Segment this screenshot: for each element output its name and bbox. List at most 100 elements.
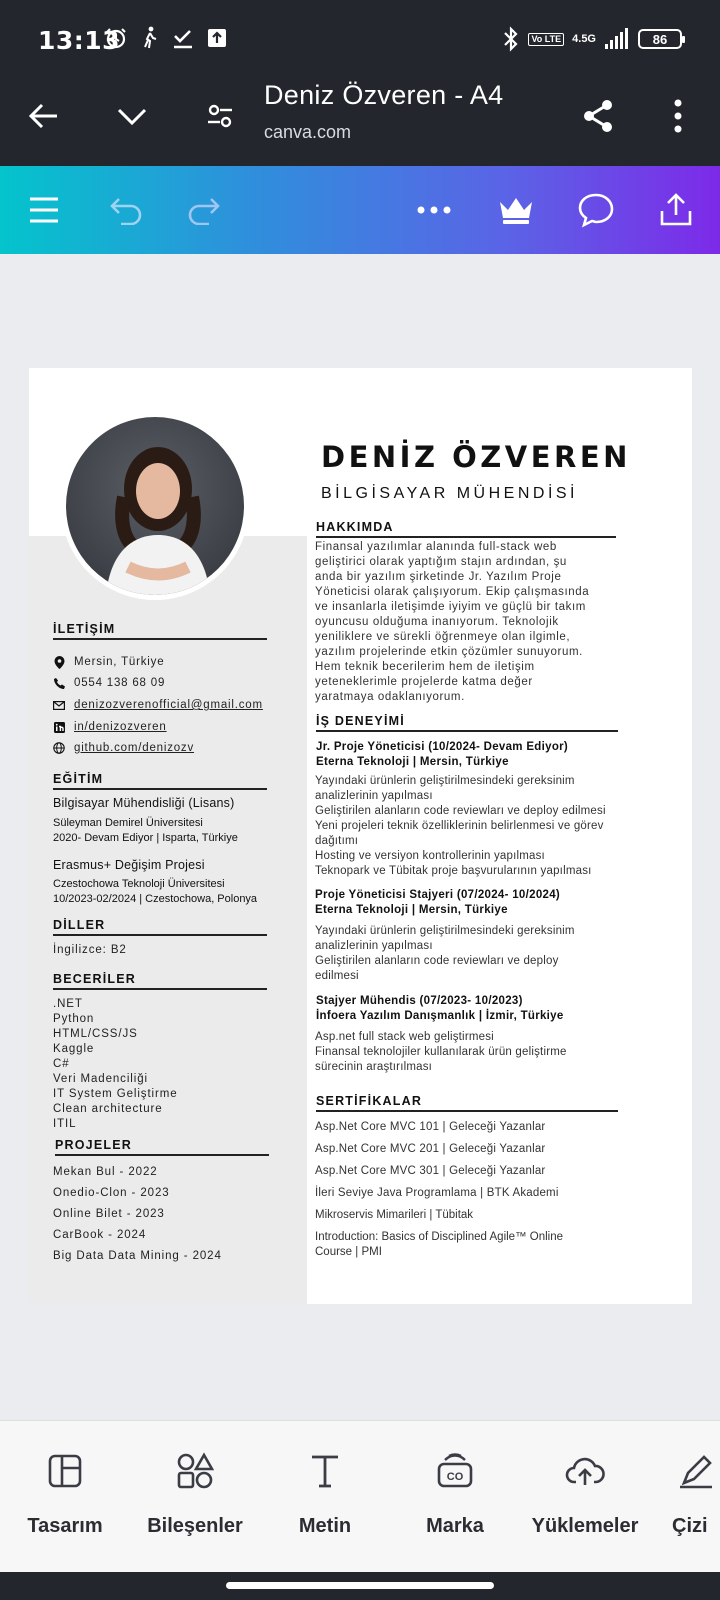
chevron-down-icon[interactable] xyxy=(108,92,156,140)
skill-item[interactable]: ITIL xyxy=(53,1118,76,1130)
walking-icon xyxy=(144,26,157,49)
nav-draw[interactable]: Çizi xyxy=(650,1449,720,1538)
job-company[interactable]: Eterna Teknoloji | Mersin, Türkiye xyxy=(315,903,508,918)
comment-icon[interactable] xyxy=(572,186,620,234)
nav-elements[interactable]: Bileşenler xyxy=(130,1449,260,1538)
contact-linkedin-text[interactable]: in/denizozveren xyxy=(74,721,167,733)
education-school[interactable]: Süleyman Demirel Üniversitesi xyxy=(53,816,203,831)
undo-icon[interactable] xyxy=(102,186,150,234)
contact-email-text[interactable]: denizozverenofficial@gmail.com xyxy=(74,699,263,711)
location-pin-icon xyxy=(53,655,65,669)
network-type: 4.5G xyxy=(572,33,596,45)
skill-item[interactable]: Veri Madenciliği xyxy=(53,1073,148,1085)
education-exchange[interactable]: Erasmus+ Değişim Projesi xyxy=(53,858,205,873)
job-company[interactable]: İnfoera Yazılım Danışmanlık | İzmir, Tür… xyxy=(316,1009,564,1024)
education-heading[interactable]: EĞİTİM xyxy=(53,772,267,790)
skill-item[interactable]: HTML/CSS/JS xyxy=(53,1028,138,1040)
resume-title[interactable]: BİLGİSAYAR MÜHENDİSİ xyxy=(321,485,578,503)
nav-label: Bileşenler xyxy=(147,1515,243,1537)
about-heading[interactable]: HAKKIMDA xyxy=(316,520,616,538)
job-description[interactable]: Asp.net full stack web geliştirmesi Fina… xyxy=(315,1030,567,1075)
skill-item[interactable]: Python xyxy=(53,1013,94,1025)
projects-heading[interactable]: PROJELER xyxy=(55,1138,269,1156)
certificate-item[interactable]: İleri Seviye Java Programlama | BTK Akad… xyxy=(315,1186,559,1201)
contact-location-text: Mersin, Türkiye xyxy=(74,656,165,668)
design-icon xyxy=(0,1449,130,1493)
languages-heading[interactable]: DİLLER xyxy=(53,918,267,936)
home-indicator[interactable] xyxy=(226,1582,494,1589)
experience-heading[interactable]: İŞ DENEYİMİ xyxy=(316,714,618,732)
project-item[interactable]: Onedio-Clon - 2023 xyxy=(53,1187,170,1199)
certificate-item[interactable]: Introduction: Basics of Disciplined Agil… xyxy=(315,1230,563,1260)
nav-design[interactable]: Tasarım xyxy=(0,1449,130,1538)
project-item[interactable]: CarBook - 2024 xyxy=(53,1229,146,1241)
draw-icon xyxy=(650,1449,720,1493)
contact-location[interactable]: Mersin, Türkiye xyxy=(53,655,165,669)
project-item[interactable]: Big Data Data Mining - 2024 xyxy=(53,1250,222,1262)
skill-item[interactable]: IT System Geliştirme xyxy=(53,1088,178,1100)
page-title: Deniz Özveren - A4 xyxy=(264,80,504,110)
profile-photo[interactable] xyxy=(61,412,249,600)
language-item[interactable]: İngilizce: B2 xyxy=(53,944,127,956)
skill-item[interactable]: Kaggle xyxy=(53,1043,94,1055)
certificate-item[interactable]: Asp.Net Core MVC 301 | Geleceği Yazanlar xyxy=(315,1164,545,1179)
nav-brand[interactable]: CO Marka xyxy=(390,1449,520,1538)
contact-github[interactable]: github.com/denizozv xyxy=(53,742,194,754)
crown-icon[interactable] xyxy=(492,186,540,234)
nav-text[interactable]: Metin xyxy=(260,1449,390,1538)
contact-github-text[interactable]: github.com/denizozv xyxy=(74,742,194,754)
job-role[interactable]: Jr. Proje Yöneticisi (10/2024- Devam Edi… xyxy=(316,740,568,755)
redo-icon[interactable] xyxy=(180,186,228,234)
menu-icon[interactable] xyxy=(20,186,68,234)
text-icon xyxy=(260,1449,390,1493)
education-exchange-detail[interactable]: 10/2023-02/2024 | Czestochowa, Polonya xyxy=(53,892,257,907)
page-url[interactable]: canva.com xyxy=(264,122,351,143)
more-vertical-icon[interactable] xyxy=(654,92,702,140)
share-icon[interactable] xyxy=(574,92,622,140)
battery-indicator: 86 xyxy=(638,29,685,49)
contact-phone[interactable]: 0554 138 68 09 xyxy=(53,677,165,689)
contact-heading[interactable]: İLETİŞİM xyxy=(53,622,267,640)
brand-icon: CO xyxy=(390,1449,520,1493)
skill-item[interactable]: C# xyxy=(53,1058,70,1070)
linkedin-icon xyxy=(53,721,65,733)
profile-photo-image xyxy=(66,417,244,595)
more-icon[interactable] xyxy=(410,186,458,234)
design-canvas[interactable]: DENİZ ÖZVEREN BİLGİSAYAR MÜHENDİSİ İLETİ… xyxy=(0,254,720,1420)
certificate-item[interactable]: Asp.Net Core MVC 201 | Geleceği Yazanlar xyxy=(315,1142,545,1157)
skill-item[interactable]: .NET xyxy=(53,998,83,1010)
signal-icon xyxy=(605,28,628,49)
share-upload-icon[interactable] xyxy=(652,186,700,234)
job-role[interactable]: Stajyer Mühendis (07/2023- 10/2023) xyxy=(316,994,523,1009)
job-description[interactable]: Yayındaki ürünlerin geliştirilmesindeki … xyxy=(315,924,575,984)
education-school-detail[interactable]: 2020- Devam Ediyor | Isparta, Türkiye xyxy=(53,831,238,846)
site-settings-icon[interactable] xyxy=(196,92,244,140)
certificate-item[interactable]: Mikroservis Mimarileri | Tübitak xyxy=(315,1208,473,1223)
job-company[interactable]: Eterna Teknoloji | Mersin, Türkiye xyxy=(316,755,509,770)
resume-page[interactable]: DENİZ ÖZVEREN BİLGİSAYAR MÜHENDİSİ İLETİ… xyxy=(29,368,692,1304)
skills-heading[interactable]: BECERİLER xyxy=(53,972,267,990)
volte-badge: Vo LTE xyxy=(528,32,565,46)
project-item[interactable]: Mekan Bul - 2022 xyxy=(53,1166,158,1178)
contact-email[interactable]: denizozverenofficial@gmail.com xyxy=(53,699,263,711)
certificate-item[interactable]: Asp.Net Core MVC 101 | Geleceği Yazanlar xyxy=(315,1120,545,1135)
skill-item[interactable]: Clean architecture xyxy=(53,1103,163,1115)
nav-label: Yüklemeler xyxy=(531,1515,639,1537)
job-description[interactable]: Yayındaki ürünlerin geliştirilmesindeki … xyxy=(315,774,606,879)
project-item[interactable]: Online Bilet - 2023 xyxy=(53,1208,165,1220)
status-bar: 13:13 Vo LTE 4.5G 86 xyxy=(0,0,720,78)
back-arrow-icon[interactable] xyxy=(20,92,68,140)
about-text[interactable]: Finansal yazılımlar alanında full-stack … xyxy=(315,540,589,705)
nav-uploads[interactable]: Yüklemeler xyxy=(520,1449,650,1538)
certificates-heading[interactable]: SERTİFİKALAR xyxy=(316,1094,618,1112)
education-degree[interactable]: Bilgisayar Mühendisliği (Lisans) xyxy=(53,796,234,811)
status-icons-left xyxy=(104,26,228,50)
browser-bar: Deniz Özveren - A4 canva.com xyxy=(0,78,720,166)
globe-icon xyxy=(53,742,65,754)
job-role[interactable]: Proje Yöneticisi Stajyeri (07/2024- 10/2… xyxy=(315,888,560,903)
contact-linkedin[interactable]: in/denizozveren xyxy=(53,721,167,733)
education-exchange-school[interactable]: Czestochowa Teknoloji Üniversitesi xyxy=(53,877,225,892)
resume-name[interactable]: DENİZ ÖZVEREN xyxy=(321,440,631,474)
nav-label: Çizi xyxy=(672,1515,708,1537)
task-done-icon xyxy=(174,30,192,49)
